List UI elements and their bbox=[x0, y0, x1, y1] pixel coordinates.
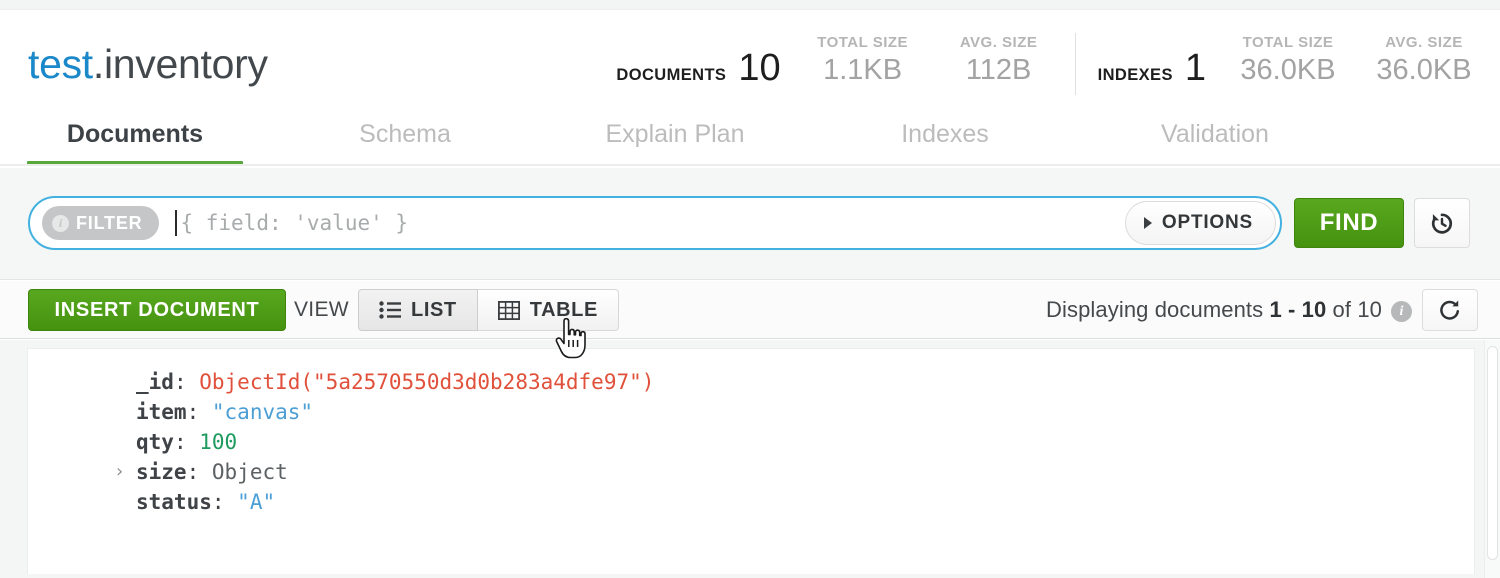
document-field-row[interactable]: item: "canvas" bbox=[136, 397, 1474, 427]
indexes-total-size-label: TOTAL SIZE bbox=[1234, 33, 1342, 53]
tab-documents[interactable]: Documents bbox=[0, 111, 270, 166]
documents-toolbar: INSERT DOCUMENT VIEW LIST bbox=[0, 281, 1500, 339]
field-key: size bbox=[136, 460, 187, 484]
indexes-avg-size-value: 36.0KB bbox=[1370, 53, 1478, 87]
documents-total-size: TOTAL SIZE 1.1KB bbox=[809, 33, 917, 101]
namespace-separator: . bbox=[93, 41, 104, 87]
refresh-icon bbox=[1437, 297, 1463, 323]
view-mode-toggle: LIST TABLE bbox=[358, 289, 619, 331]
indexes-avg-size: AVG. SIZE 36.0KB bbox=[1370, 33, 1478, 101]
indexes-total-size: TOTAL SIZE 36.0KB bbox=[1234, 33, 1342, 101]
document-field-row[interactable]: _id: ObjectId("5a2570550d3d0b283a4dfe97"… bbox=[136, 367, 1474, 397]
indexes-total-size-value: 36.0KB bbox=[1234, 53, 1342, 87]
field-value: 100 bbox=[199, 430, 237, 454]
field-key: _id bbox=[136, 370, 174, 394]
document-field-row[interactable]: status: "A" bbox=[136, 487, 1474, 517]
namespace-database: test bbox=[28, 41, 93, 87]
find-button[interactable]: FIND bbox=[1294, 198, 1404, 248]
filter-input[interactable] bbox=[180, 203, 1124, 243]
indexes-stats-group: INDEXES 1 TOTAL SIZE 36.0KB AVG. SIZE 36… bbox=[1098, 25, 1478, 101]
tab-validation[interactable]: Validation bbox=[1080, 111, 1350, 166]
displaying-total: 10 bbox=[1357, 297, 1382, 322]
tab-schema-label: Schema bbox=[359, 120, 451, 148]
field-separator: : bbox=[187, 460, 200, 484]
displaying-range: 1 - 10 bbox=[1269, 297, 1326, 322]
list-icon bbox=[379, 301, 401, 319]
documents-list[interactable]: _id: ObjectId("5a2570550d3d0b283a4dfe97"… bbox=[0, 340, 1500, 578]
scrollbar-thumb[interactable] bbox=[1487, 346, 1498, 560]
field-value: "canvas" bbox=[212, 400, 313, 424]
tab-indexes-label: Indexes bbox=[901, 120, 989, 148]
documents-total-size-value: 1.1KB bbox=[809, 53, 917, 87]
stats-divider bbox=[1075, 33, 1076, 95]
documents-count-value: 10 bbox=[738, 49, 780, 87]
field-separator: : bbox=[174, 430, 187, 454]
field-key: qty bbox=[136, 430, 174, 454]
indexes-count-label: INDEXES bbox=[1098, 66, 1173, 85]
documents-avg-size-value: 112B bbox=[945, 53, 1053, 87]
info-icon: i bbox=[52, 215, 69, 232]
chevron-right-icon[interactable]: › bbox=[114, 457, 125, 487]
tab-explain-plan[interactable]: Explain Plan bbox=[540, 111, 810, 166]
indexes-count: INDEXES 1 bbox=[1098, 49, 1206, 101]
filter-badge[interactable]: i FILTER bbox=[42, 206, 159, 240]
documents-count-label: DOCUMENTS bbox=[616, 66, 726, 85]
window-top-band bbox=[0, 0, 1500, 10]
documents-total-size-label: TOTAL SIZE bbox=[809, 33, 917, 53]
field-separator: : bbox=[187, 400, 200, 424]
query-history-button[interactable] bbox=[1414, 198, 1470, 248]
documents-count: DOCUMENTS 10 bbox=[616, 49, 780, 101]
collection-stats: DOCUMENTS 10 TOTAL SIZE 1.1KB AVG. SIZE … bbox=[616, 25, 1478, 101]
chevron-right-icon bbox=[1144, 217, 1152, 229]
table-icon bbox=[498, 301, 520, 320]
indexes-avg-size-label: AVG. SIZE bbox=[1370, 33, 1478, 53]
mongodb-compass-collection-view: test.inventory DOCUMENTS 10 TOTAL SIZE 1… bbox=[0, 0, 1500, 578]
insert-document-button[interactable]: INSERT DOCUMENT bbox=[28, 289, 286, 331]
field-value: ObjectId("5a2570550d3d0b283a4dfe97") bbox=[199, 370, 654, 394]
documents-stats-group: DOCUMENTS 10 TOTAL SIZE 1.1KB AVG. SIZE … bbox=[616, 25, 1052, 101]
displaying-middle: of bbox=[1333, 297, 1352, 322]
field-separator: : bbox=[174, 370, 187, 394]
documents-info-icon[interactable]: i bbox=[1391, 301, 1412, 322]
view-mode-list-button[interactable]: LIST bbox=[358, 289, 478, 331]
history-icon bbox=[1428, 209, 1456, 237]
field-value: "A" bbox=[237, 490, 275, 514]
field-value: Object bbox=[212, 460, 288, 484]
tab-explain-plan-label: Explain Plan bbox=[606, 120, 745, 148]
document-field-row[interactable]: qty: 100 bbox=[136, 427, 1474, 457]
vertical-scrollbar[interactable] bbox=[1484, 340, 1500, 578]
filter-badge-label: FILTER bbox=[76, 213, 142, 234]
tabbar-divider bbox=[0, 164, 1500, 166]
view-mode-table-button[interactable]: TABLE bbox=[478, 289, 619, 331]
view-mode-label: VIEW bbox=[294, 298, 349, 322]
text-caret bbox=[175, 210, 177, 236]
collection-namespace-title: test.inventory bbox=[28, 41, 268, 87]
documents-avg-size: AVG. SIZE 112B bbox=[945, 33, 1053, 101]
document-fields: _id: ObjectId("5a2570550d3d0b283a4dfe97"… bbox=[28, 349, 1474, 517]
field-key: item bbox=[136, 400, 187, 424]
options-button[interactable]: OPTIONS bbox=[1125, 201, 1276, 245]
indexes-count-value: 1 bbox=[1185, 49, 1206, 87]
documents-avg-size-label: AVG. SIZE bbox=[945, 33, 1053, 53]
document-field-row[interactable]: › size: Object bbox=[136, 457, 1474, 487]
displaying-documents-status: Displaying documents 1 - 10 of 10 bbox=[1046, 297, 1382, 323]
collection-tabbar: Documents Schema Explain Plan Indexes Va… bbox=[0, 111, 1500, 166]
view-mode-table-label: TABLE bbox=[530, 299, 598, 322]
tab-documents-label: Documents bbox=[67, 120, 203, 148]
options-button-label: OPTIONS bbox=[1162, 212, 1253, 234]
view-mode-list-label: LIST bbox=[411, 299, 457, 322]
field-key: status bbox=[136, 490, 212, 514]
tab-indexes[interactable]: Indexes bbox=[810, 111, 1080, 166]
field-separator: : bbox=[212, 490, 225, 514]
displaying-prefix: Displaying documents bbox=[1046, 297, 1263, 322]
collection-header: test.inventory DOCUMENTS 10 TOTAL SIZE 1… bbox=[0, 11, 1500, 111]
document-card[interactable]: _id: ObjectId("5a2570550d3d0b283a4dfe97"… bbox=[27, 348, 1475, 574]
tab-schema[interactable]: Schema bbox=[270, 111, 540, 166]
query-bar: i FILTER OPTIONS FIND bbox=[0, 168, 1500, 280]
refresh-documents-button[interactable] bbox=[1422, 289, 1478, 331]
tab-validation-label: Validation bbox=[1161, 120, 1269, 148]
namespace-collection: inventory bbox=[104, 41, 268, 87]
tab-list: Documents Schema Explain Plan Indexes Va… bbox=[0, 111, 1350, 166]
filter-bar[interactable]: i FILTER OPTIONS bbox=[28, 196, 1282, 250]
